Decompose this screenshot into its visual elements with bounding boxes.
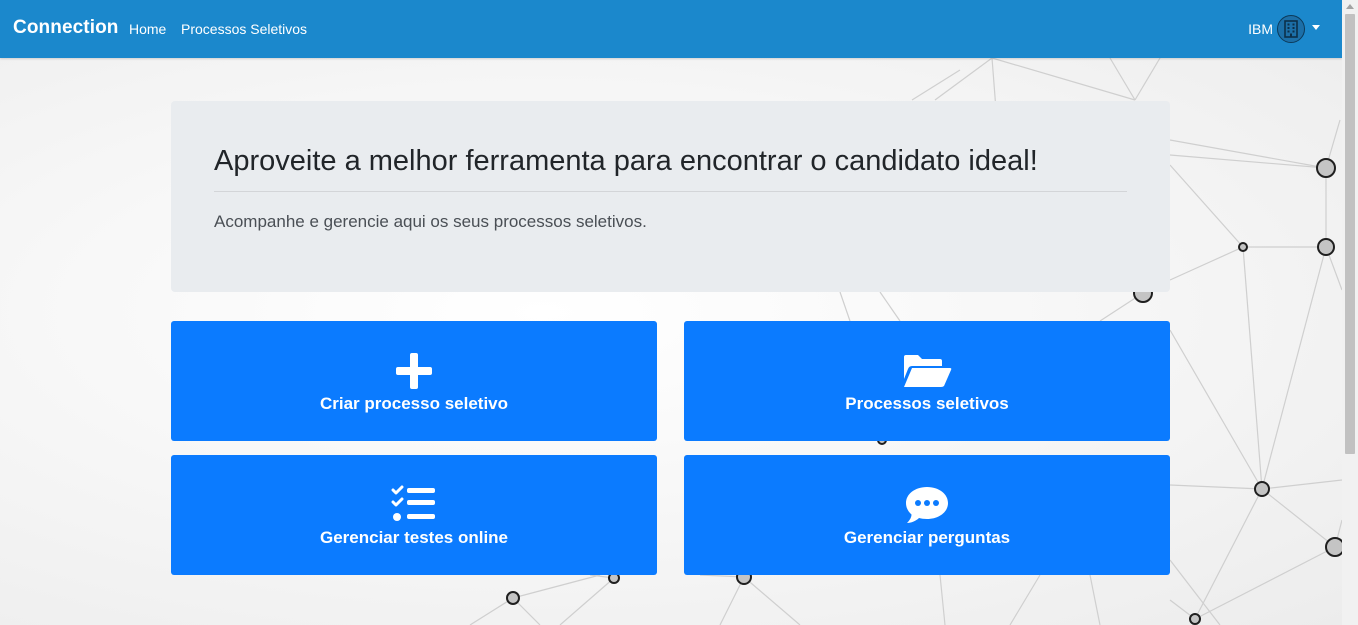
nav-link-processos-seletivos[interactable]: Processos Seletivos <box>181 21 307 37</box>
manage-online-tests-button[interactable]: Gerenciar testes online <box>171 455 657 575</box>
hero-title: Aproveite a melhor ferramenta para encon… <box>214 145 1038 177</box>
plus-icon <box>171 351 657 391</box>
tile-label: Processos seletivos <box>845 394 1009 413</box>
user-dropdown-toggle[interactable]: IBM <box>1248 14 1320 44</box>
scroll-thumb[interactable] <box>1345 14 1355 454</box>
hero-jumbotron: Aproveite a melhor ferramenta para encon… <box>171 101 1170 292</box>
building-avatar-icon <box>1277 15 1305 43</box>
tile-label: Gerenciar testes online <box>319 528 509 547</box>
caret-down-icon <box>1312 24 1320 30</box>
folder-open-icon <box>684 351 1170 391</box>
user-name: IBM <box>1248 21 1273 37</box>
nav-link-home[interactable]: Home <box>129 21 166 37</box>
create-process-button[interactable]: Criar processo seletivo <box>171 321 657 441</box>
brand-link[interactable]: Connection <box>13 17 119 39</box>
vertical-scrollbar[interactable] <box>1342 0 1358 625</box>
tasks-list-icon <box>171 485 657 525</box>
hero-divider <box>214 191 1127 192</box>
top-navbar: Connection Home Processos Seletivos IBM <box>0 0 1342 58</box>
manage-questions-button[interactable]: Gerenciar perguntas <box>684 455 1170 575</box>
scroll-up-arrow-icon[interactable] <box>1346 4 1354 9</box>
comment-dots-icon <box>684 485 1170 525</box>
tile-label: Gerenciar perguntas <box>843 528 1011 547</box>
tile-label: Criar processo seletivo <box>319 394 509 413</box>
hero-lead-text: Acompanhe e gerencie aqui os seus proces… <box>214 212 647 231</box>
processes-button[interactable]: Processos seletivos <box>684 321 1170 441</box>
